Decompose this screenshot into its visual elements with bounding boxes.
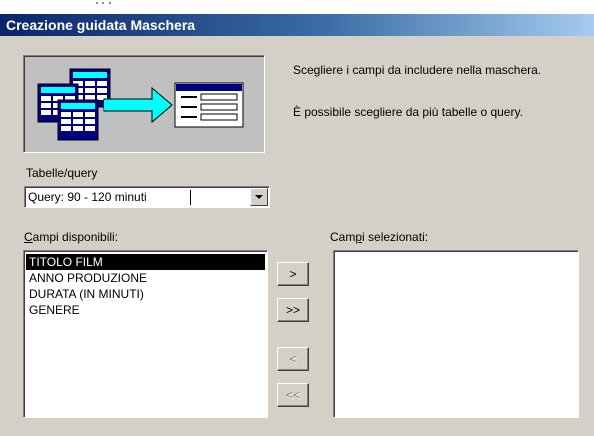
- list-item[interactable]: GENERE: [26, 302, 265, 318]
- instruction-text-secondary: È possibile scegliere da più tabelle o q…: [293, 105, 523, 119]
- table-query-combobox[interactable]: Query: 90 - 120 minuti: [24, 186, 270, 208]
- list-item[interactable]: ANNO PRODUZIONE: [26, 270, 265, 286]
- chevron-down-icon: [255, 195, 263, 199]
- tables-to-form-icon: [37, 68, 244, 141]
- table-query-value: Query: 90 - 120 minuti: [28, 190, 147, 204]
- selected-fields-label: Campi selezionati:: [330, 230, 429, 244]
- available-fields-label: Campi disponibili:: [24, 230, 119, 244]
- wizard-window: Creazione guidata Maschera Scegliere i c…: [0, 0, 594, 436]
- dropdown-button[interactable]: [250, 188, 268, 206]
- remove-all-fields-button[interactable]: <<: [277, 383, 309, 407]
- text-caret: [190, 190, 191, 205]
- table-query-label: Tabelle/query: [26, 166, 98, 180]
- remove-field-button[interactable]: <: [277, 347, 309, 371]
- add-all-fields-button[interactable]: >>: [277, 298, 309, 322]
- instruction-text: Scegliere i campi da includere nella mas…: [293, 63, 542, 77]
- list-item[interactable]: TITOLO FILM: [26, 254, 265, 270]
- background-strip: [0, 0, 594, 14]
- title-bar[interactable]: Creazione guidata Maschera: [0, 14, 594, 36]
- list-item[interactable]: DURATA (IN MINUTI): [26, 286, 265, 302]
- selected-fields-list[interactable]: [333, 250, 579, 418]
- available-fields-list[interactable]: TITOLO FILM ANNO PRODUZIONE DURATA (IN M…: [23, 250, 268, 418]
- window-title: Creazione guidata Maschera: [6, 17, 196, 33]
- add-field-button[interactable]: >: [277, 262, 309, 286]
- wizard-illustration: [23, 55, 265, 153]
